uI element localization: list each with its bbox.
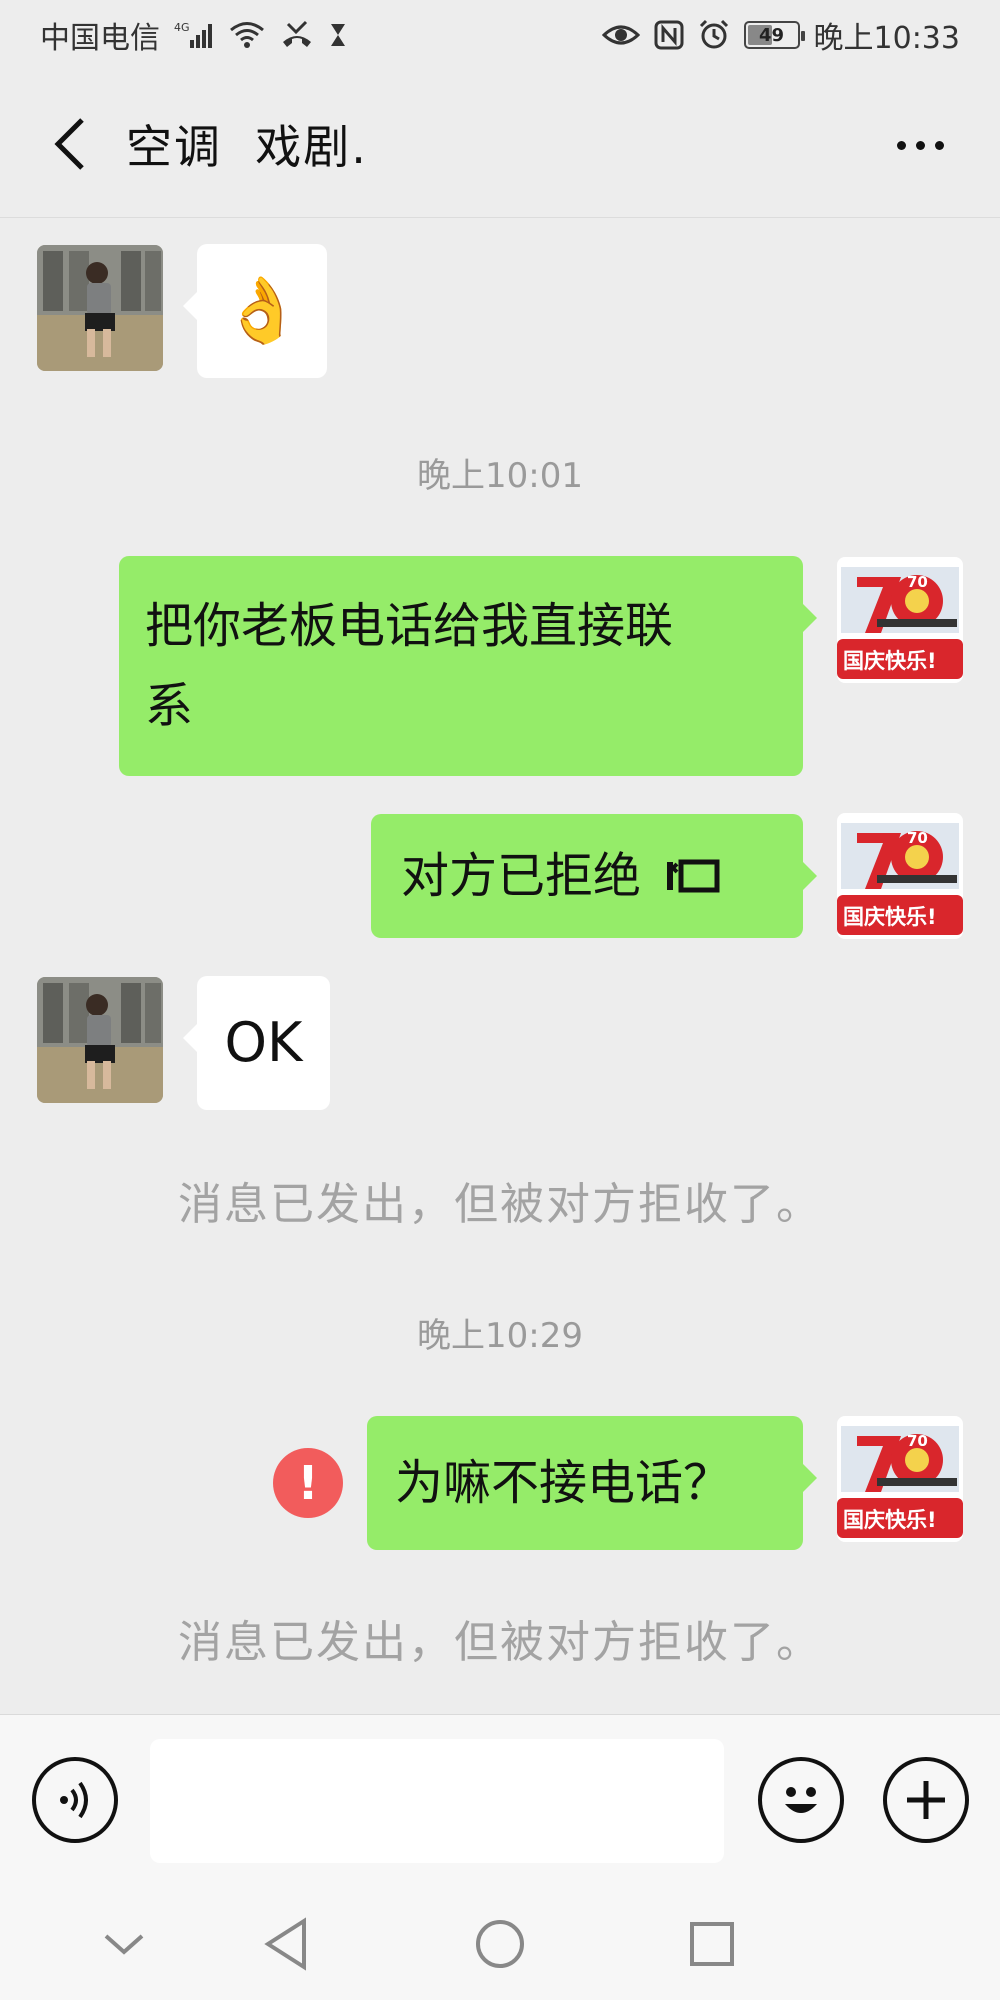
status-bar: 中国电信 4G 49 晚上10:33: [0, 0, 1000, 70]
my-avatar[interactable]: 70 国庆快乐!: [837, 557, 963, 683]
voice-icon: [60, 1781, 88, 1819]
nav-back-button[interactable]: [247, 1904, 327, 1984]
eye-icon: [601, 21, 640, 49]
nfc-icon: [654, 20, 684, 50]
my-avatar[interactable]: 70 国庆快乐!: [837, 1416, 963, 1542]
triangle-back-icon: [264, 1917, 306, 1971]
status-right: 49 晚上10:33: [601, 13, 960, 57]
avatar-number: 70: [907, 1432, 928, 1450]
message-line: 系: [145, 678, 194, 734]
message-text: 为嘛不接电话？: [395, 1455, 732, 1511]
avatar-caption: 国庆快乐!: [843, 1508, 937, 1532]
emoji-button[interactable]: [758, 1757, 844, 1843]
plus-icon: [907, 1781, 945, 1819]
hourglass-icon: [328, 20, 348, 50]
smiley-icon: [785, 1787, 817, 1813]
rejected-notice: 消息已发出，但被对方拒收了。: [178, 1179, 822, 1230]
send-failed-icon[interactable]: !: [273, 1448, 343, 1518]
avatar-number: 70: [907, 829, 928, 847]
alarm-icon: [698, 19, 730, 51]
call-status-text: 对方已拒绝: [401, 848, 642, 904]
input-bar: [0, 1714, 1000, 1884]
chevron-down-icon: [104, 1934, 144, 1955]
chevron-left-icon: [54, 117, 84, 170]
status-left: 中国电信 4G: [40, 13, 348, 57]
network-type: 4G: [174, 21, 190, 34]
timestamp: 晚上10:01: [417, 456, 583, 496]
more-options-button[interactable]: [870, 95, 970, 195]
back-button[interactable]: [20, 94, 120, 194]
error-glyph: !: [297, 1456, 319, 1510]
timestamp: 晚上10:29: [417, 1316, 583, 1356]
voice-button[interactable]: [32, 1757, 118, 1843]
more-dot: [934, 140, 944, 150]
message-input[interactable]: [150, 1739, 724, 1863]
call-declined-icon: [667, 859, 720, 893]
avatar-caption: 国庆快乐!: [843, 905, 937, 929]
more-functions-button[interactable]: [883, 1757, 969, 1843]
ok-hand-emoji: 👌: [222, 274, 302, 348]
signal-icon: 4G: [174, 20, 214, 50]
message-bubble-outgoing[interactable]: 把你老板电话给我直接联 系: [119, 556, 817, 776]
missed-call-icon: [280, 20, 314, 50]
my-avatar[interactable]: 70 国庆快乐!: [837, 813, 963, 939]
message-line: 把你老板电话给我直接联: [145, 598, 674, 654]
carrier-name: 中国电信: [40, 21, 160, 56]
more-dot: [896, 140, 906, 150]
wifi-icon: [228, 20, 266, 50]
battery-level: 49: [759, 24, 785, 46]
nav-collapse-button[interactable]: [84, 1904, 164, 1984]
system-nav-bar: [0, 1884, 1000, 2000]
nav-recents-button[interactable]: [672, 1904, 752, 1984]
message-bubble-incoming[interactable]: OK: [183, 976, 330, 1110]
recents-square-icon: [690, 1922, 734, 1966]
message-bubble-incoming[interactable]: 👌: [183, 244, 327, 378]
rejected-notice: 消息已发出，但被对方拒收了。: [178, 1617, 822, 1668]
message-bubble-outgoing[interactable]: 为嘛不接电话？: [367, 1416, 817, 1550]
contact-avatar[interactable]: [37, 977, 163, 1103]
more-dot: [915, 140, 925, 150]
avatar-caption: 国庆快乐!: [843, 649, 937, 673]
chat-title: 空调 戏剧.: [126, 119, 368, 174]
avatar-number: 70: [907, 573, 928, 591]
contact-avatar[interactable]: [37, 245, 163, 371]
clock: 晚上10:33: [813, 21, 960, 56]
call-record-bubble[interactable]: 对方已拒绝: [371, 814, 817, 938]
home-circle-icon: [476, 1920, 524, 1968]
message-text: OK: [224, 1011, 303, 1074]
nav-home-button[interactable]: [460, 1904, 540, 1984]
battery-indicator: 49: [743, 21, 805, 49]
chat-header: 空调 戏剧.: [0, 70, 1000, 218]
